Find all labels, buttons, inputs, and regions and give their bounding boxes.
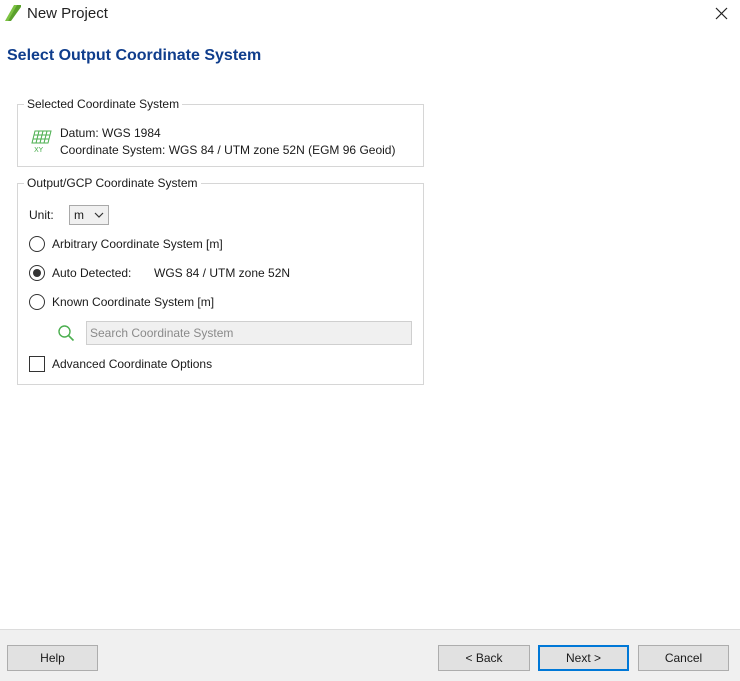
output-coordinate-system-group: Output/GCP Coordinate System Unit: m Arb…	[17, 176, 424, 385]
search-coordinate-system-input[interactable]	[86, 321, 412, 345]
radio-label: Arbitrary Coordinate System [m]	[52, 237, 223, 251]
next-button[interactable]: Next >	[538, 645, 629, 671]
radio-button[interactable]	[29, 236, 45, 252]
new-project-dialog: New Project Select Output Coordinate Sys…	[0, 0, 740, 681]
close-icon[interactable]	[708, 2, 734, 26]
coordinate-grid-icon: XY	[31, 130, 52, 153]
app-leaf-icon	[5, 5, 21, 21]
help-button[interactable]: Help	[7, 645, 98, 671]
unit-label: Unit:	[29, 208, 54, 222]
cancel-button[interactable]: Cancel	[638, 645, 729, 671]
group-legend-output: Output/GCP Coordinate System	[24, 176, 201, 190]
radio-label: Auto Detected:	[52, 266, 132, 280]
back-button[interactable]: < Back	[438, 645, 530, 671]
unit-dropdown[interactable]: m	[69, 205, 109, 225]
advanced-options-checkbox[interactable]	[29, 356, 45, 372]
window-title: New Project	[27, 5, 108, 22]
checkbox-label: Advanced Coordinate Options	[52, 357, 213, 371]
dialog-footer: Help < Back Next > Cancel	[0, 629, 740, 681]
page-heading: Select Output Coordinate System	[7, 47, 262, 64]
radio-button[interactable]	[29, 294, 45, 310]
datum-text: Datum: WGS 1984	[60, 126, 161, 140]
search-icon	[58, 325, 75, 342]
auto-detected-value: WGS 84 / UTM zone 52N	[154, 266, 291, 280]
title-bar: New Project	[0, 0, 740, 30]
radio-button[interactable]	[29, 265, 45, 281]
unit-value: m	[74, 208, 84, 222]
chevron-down-icon	[94, 212, 104, 218]
radio-label: Known Coordinate System [m]	[52, 295, 215, 309]
radio-selected-dot	[33, 269, 41, 277]
svg-text:XY: XY	[34, 146, 44, 153]
group-legend-selected: Selected Coordinate System	[24, 97, 183, 111]
coordinate-system-text: Coordinate System: WGS 84 / UTM zone 52N…	[60, 143, 396, 157]
selected-coordinate-system-group: Selected Coordinate System XY Datum: WGS…	[17, 97, 424, 167]
